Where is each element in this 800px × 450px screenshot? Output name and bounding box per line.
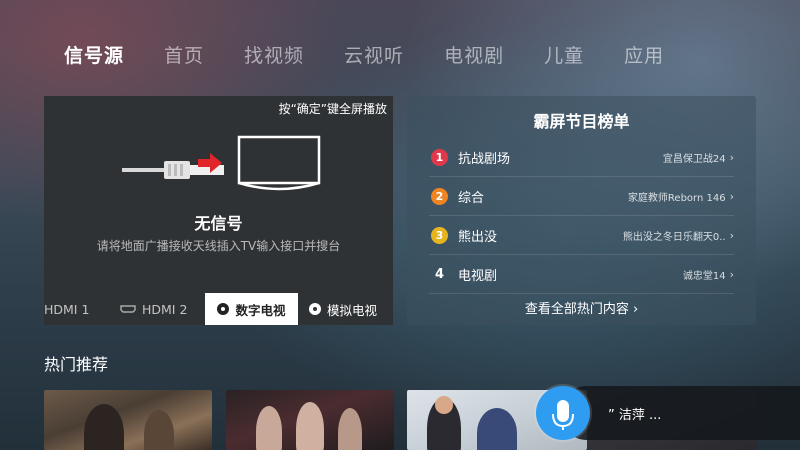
chevron-right-icon: › [729,228,734,242]
voice-transcript: ” 洁萍 ... [608,408,662,423]
ranking-list: 1 抗战剧场 宜昌保卫战24 › 2 综合 家庭教师Reborn 146 › 3… [429,138,734,294]
view-all-hot-link[interactable]: 查看全部热门内容 › [407,298,756,317]
now-playing: 家庭教师Reborn 146 [627,192,726,204]
input-hdmi1-label: HDMI 1 [44,301,90,317]
rank-badge: 2 [431,187,448,205]
tab-kids[interactable]: 儿童 [544,40,584,72]
input-source-bar: HDMI 1 HDMI 2 数字电视 模拟电视 [44,293,393,325]
tab-find-video[interactable]: 找视频 [244,40,304,72]
input-analog-tv-label: 模拟电视 [326,302,377,318]
channel-name: 综合 [458,190,485,206]
now-playing: 宜昌保卫战24 [662,153,726,165]
tab-signal-source[interactable]: 信号源 [64,40,124,72]
rank-badge: 4 [434,266,445,282]
now-playing: 诚忠堂14 [682,270,726,282]
channel-name: 熊出没 [458,229,498,245]
ranking-item-3[interactable]: 3 熊出没 熊出没之冬日乐翻天0.. › [429,216,734,255]
tab-apps[interactable]: 应用 [624,40,664,72]
tab-home[interactable]: 首页 [164,40,204,72]
tv-icon [237,135,321,191]
voice-assistant-bar [560,386,800,440]
signal-preview-panel[interactable]: 按“确定”键全屏播放 无信号 请将地面广播接收天线插入TV输入接口并搜台 HDM… [44,96,393,325]
channel-name: 抗战剧场 [458,151,511,167]
ranking-item-2[interactable]: 2 综合 家庭教师Reborn 146 › [429,177,734,216]
hot-section-title: 热门推荐 [44,355,109,374]
no-signal-description: 请将地面广播接收天线插入TV输入接口并搜台 [96,239,341,253]
input-digital-tv[interactable]: 数字电视 [205,293,298,325]
tab-tv-series[interactable]: 电视剧 [444,40,504,72]
microphone-icon [552,400,574,430]
ranking-title: 霸屏节目榜单 [533,112,630,131]
rank-badge: 1 [431,148,448,166]
top-nav-tabs: 信号源 首页 找视频 云视听 电视剧 儿童 应用 [64,40,704,72]
ranking-item-1[interactable]: 1 抗战剧场 宜昌保卫战24 › [429,138,734,177]
no-signal-title: 无信号 [194,214,243,233]
fullscreen-hint: 按“确定”键全屏播放 [278,102,387,116]
chevron-right-icon: › [729,189,734,203]
channel-name: 电视剧 [458,268,498,284]
ranking-item-4[interactable]: 4 电视剧 诚忠堂14 › [429,255,734,294]
radio-selected-icon [217,303,230,315]
poster-card[interactable] [44,390,212,450]
input-hdmi2-label: HDMI 2 [142,301,188,317]
poster-card[interactable] [226,390,394,450]
rank-badge: 3 [431,226,448,244]
input-hdmi2[interactable]: HDMI 2 [116,293,205,325]
input-analog-tv[interactable]: 模拟电视 [298,293,388,325]
radio-icon [308,303,321,315]
input-hdmi1[interactable]: HDMI 1 [44,293,116,325]
input-digital-tv-label: 数字电视 [235,302,286,318]
tab-cloud[interactable]: 云视听 [344,40,404,72]
now-playing: 熊出没之冬日乐翻天0.. [622,231,726,243]
hdmi-icon [120,305,136,313]
arrow-right-icon [198,153,222,173]
chevron-right-icon: › [729,267,734,281]
chevron-right-icon: › [729,150,734,164]
voice-mic-button[interactable] [536,386,590,440]
ranking-panel: 霸屏节目榜单 1 抗战剧场 宜昌保卫战24 › 2 综合 家庭教师Reborn … [407,96,756,325]
